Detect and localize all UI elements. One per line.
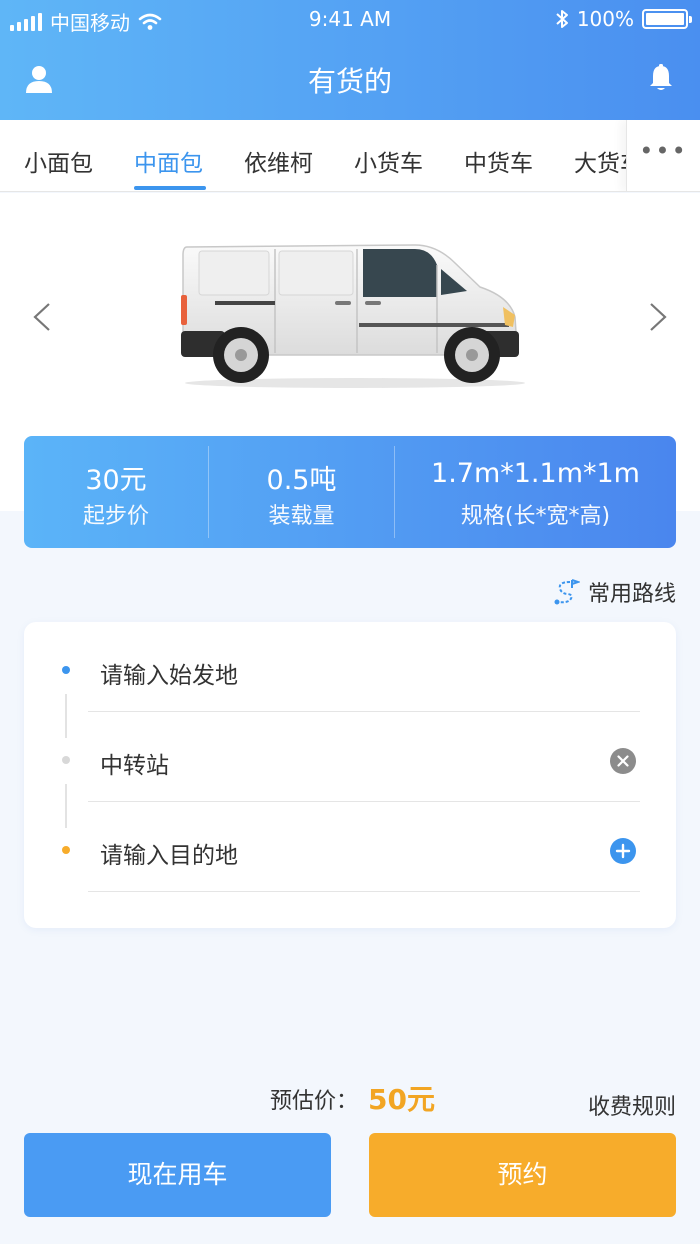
page-title: 有货的 [307, 65, 392, 98]
vehicle-spec-card: 30元 起步价 0.5吨 装载量 1.7m*1.1m*1m 规格(长*宽*高) [24, 436, 676, 548]
tab-medium-truck[interactable]: 中货车 [464, 144, 533, 178]
tab-iveco[interactable]: 依维柯 [244, 144, 313, 178]
origin-placeholder: 请输入始发地 [100, 663, 238, 689]
estimated-price-value: 50元 [368, 1083, 435, 1116]
spec-value: 0.5吨 [266, 465, 337, 496]
add-stop-icon[interactable] [610, 838, 636, 864]
bluetooth-icon [556, 10, 568, 28]
fee-rules-link[interactable]: 收费规则 [588, 1089, 676, 1121]
app-header: 中国移动 9:41 AM 100% 有货的 [0, 0, 700, 120]
tab-small-truck[interactable]: 小货车 [354, 144, 423, 178]
spec-label: 装载量 [268, 504, 335, 529]
battery-percent: 100% [576, 7, 634, 31]
chevron-left-icon[interactable] [30, 302, 54, 332]
transit-label: 中转站 [100, 753, 169, 779]
spec-dimensions: 1.7m*1.1m*1m 规格(长*宽*高) [395, 436, 676, 548]
route-icon [554, 579, 580, 605]
book-button[interactable]: 预约 [369, 1133, 676, 1217]
spec-label: 起步价 [82, 504, 149, 529]
destination-dot [62, 846, 70, 854]
tab-medium-van[interactable]: 中面包 [134, 144, 203, 178]
common-route-link[interactable]: 常用路线 [552, 576, 676, 608]
chevron-right-icon[interactable] [646, 302, 670, 332]
spec-load-capacity: 0.5吨 装载量 [209, 436, 394, 548]
estimated-price-label: 预估价： [270, 1089, 359, 1114]
origin-dot [62, 666, 70, 674]
clear-icon[interactable] [610, 748, 636, 774]
van-image [181, 244, 525, 388]
origin-field[interactable]: 请输入始发地 [24, 622, 676, 712]
tab-small-van[interactable]: 小面包 [24, 144, 93, 178]
spec-start-price: 30元 起步价 [24, 436, 208, 548]
common-route-label: 常用路线 [587, 582, 676, 607]
spec-value: 30元 [85, 465, 147, 496]
status-bar: 中国移动 9:41 AM 100% [0, 0, 700, 38]
address-card: 请输入始发地 中转站 请输入目的地 [24, 622, 676, 928]
destination-field[interactable]: 请输入目的地 [24, 802, 676, 892]
destination-placeholder: 请输入目的地 [100, 843, 238, 869]
transit-dot [62, 756, 70, 764]
battery-icon [642, 9, 692, 29]
spec-label: 规格(长*宽*高) [460, 504, 611, 529]
bell-icon[interactable] [648, 64, 674, 92]
divider [88, 891, 640, 892]
active-tab-indicator [134, 186, 206, 190]
vehicle-type-tabs: 小面包 中面包 依维柯 小货车 中货车 大货车 ••• [0, 120, 700, 192]
spec-value: 1.7m*1.1m*1m [431, 458, 640, 489]
transit-field[interactable]: 中转站 [24, 712, 676, 802]
more-tabs-button[interactable]: ••• [626, 120, 700, 191]
use-now-button[interactable]: 现在用车 [24, 1133, 331, 1217]
